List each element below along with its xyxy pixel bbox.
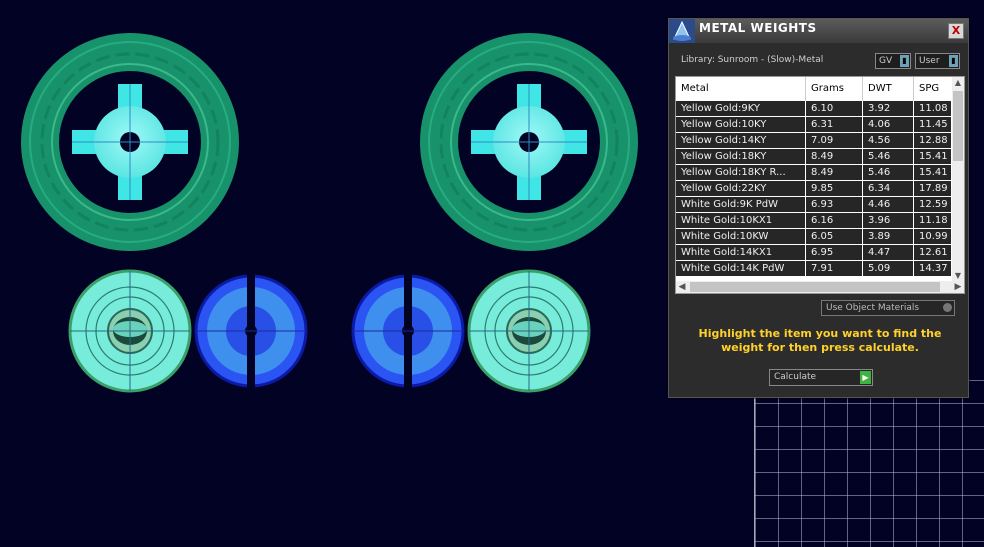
close-button[interactable]: X <box>948 23 964 39</box>
table-row[interactable]: Yellow Gold:18KY R... 8.49 5.46 15.41 <box>676 165 951 181</box>
vertical-scrollbar[interactable]: ▲ ▼ <box>952 77 964 282</box>
table-cell: 11.08 <box>914 101 951 116</box>
dialog-title: METAL WEIGHTS <box>699 21 817 35</box>
table-cell: 6.31 <box>806 117 863 132</box>
table-cell: 8.49 <box>806 149 863 164</box>
table-cell: 10.99 <box>914 229 951 244</box>
table-cell: 6.05 <box>806 229 863 244</box>
scroll-right-icon[interactable]: ▶ <box>952 281 964 293</box>
bead-side-view-right[interactable] <box>351 274 465 388</box>
calculate-button[interactable]: Calculate ▶ <box>769 369 873 386</box>
table-cell: 5.46 <box>863 149 914 164</box>
table-cell: 6.10 <box>806 101 863 116</box>
table-cell: Yellow Gold:22KY <box>676 181 806 196</box>
table-cell: 11.18 <box>914 213 951 228</box>
gv-dropdown[interactable]: GV ▮ <box>875 53 911 69</box>
table-cell: Yellow Gold:14KY <box>676 133 806 148</box>
table-row[interactable]: Yellow Gold:14KY 7.09 4.56 12.88 <box>676 133 951 149</box>
table-cell: 15.41 <box>914 149 951 164</box>
table-cell: 6.16 <box>806 213 863 228</box>
metal-table-body: Metal Grams DWT SPG Yellow Gold:9KY 6.10 3.92 1… <box>676 77 951 282</box>
table-cell: 17.89 <box>914 181 951 196</box>
play-icon: ▶ <box>860 371 871 384</box>
table-cell: 11.45 <box>914 117 951 132</box>
table-cell: Yellow Gold:9KY <box>676 101 806 116</box>
metal-table[interactable]: Metal Grams DWT SPG Yellow Gold:9KY 6.10 3.92 1… <box>675 76 965 294</box>
table-cell: 3.96 <box>863 213 914 228</box>
table-cell: 3.89 <box>863 229 914 244</box>
column-header-grams[interactable]: Grams <box>806 77 863 101</box>
bead-side-view-left[interactable] <box>194 274 308 388</box>
table-cell: 4.06 <box>863 117 914 132</box>
column-header-metal[interactable]: Metal <box>676 77 806 101</box>
table-cell: 7.09 <box>806 133 863 148</box>
table-cell: 12.88 <box>914 133 951 148</box>
use-object-materials-label: Use Object Materials <box>826 303 920 313</box>
table-row[interactable]: White Gold:10KW 6.05 3.89 10.99 <box>676 229 951 245</box>
bead-front-view-right[interactable] <box>467 269 591 393</box>
table-cell: 6.95 <box>806 245 863 260</box>
calculate-label: Calculate <box>774 372 817 382</box>
table-cell: 12.59 <box>914 197 951 212</box>
table-cell: 4.47 <box>863 245 914 260</box>
dialog-titlebar[interactable]: METAL WEIGHTS X <box>669 19 968 43</box>
table-cell: 15.41 <box>914 165 951 180</box>
scroll-thumb[interactable] <box>953 91 963 161</box>
table-cell: 5.46 <box>863 165 914 180</box>
table-row[interactable]: White Gold:14KX1 6.95 4.47 12.61 <box>676 245 951 261</box>
table-row[interactable]: Yellow Gold:18KY 8.49 5.46 15.41 <box>676 149 951 165</box>
user-dropdown[interactable]: User ▮ <box>915 53 960 69</box>
table-cell: Yellow Gold:18KY R... <box>676 165 806 180</box>
bead-front-view-left[interactable] <box>68 269 192 393</box>
table-cell: 9.85 <box>806 181 863 196</box>
table-cell: 4.46 <box>863 197 914 212</box>
table-cell: 7.91 <box>806 261 863 276</box>
metal-weights-dialog: METAL WEIGHTS X Library: Sunroom - (Slow… <box>668 18 969 398</box>
user-dropdown-label: User <box>919 56 940 66</box>
table-row[interactable]: White Gold:10KX1 6.16 3.96 11.18 <box>676 213 951 229</box>
table-cell: 8.49 <box>806 165 863 180</box>
table-cell: White Gold:14KX1 <box>676 245 806 260</box>
table-cell: 14.37 <box>914 261 951 276</box>
column-header-dwt[interactable]: DWT <box>863 77 914 101</box>
table-cell: Yellow Gold:18KY <box>676 149 806 164</box>
table-row[interactable]: Yellow Gold:22KY 9.85 6.34 17.89 <box>676 181 951 197</box>
table-cell: White Gold:14K PdW <box>676 261 806 276</box>
table-row[interactable]: Yellow Gold:9KY 6.10 3.92 11.08 <box>676 101 951 117</box>
table-cell: 6.34 <box>863 181 914 196</box>
table-row[interactable]: Yellow Gold:10KY 6.31 4.06 11.45 <box>676 117 951 133</box>
scroll-left-icon[interactable]: ◀ <box>676 281 688 293</box>
scroll-up-icon[interactable]: ▲ <box>952 77 964 89</box>
table-row[interactable]: White Gold:9K PdW 6.93 4.46 12.59 <box>676 197 951 213</box>
hscroll-thumb[interactable] <box>690 282 940 292</box>
ring-top-view-left[interactable] <box>21 33 239 251</box>
radio-icon <box>943 303 952 312</box>
column-header-spg[interactable]: SPG <box>914 77 951 101</box>
table-cell: 5.09 <box>863 261 914 276</box>
perspective-grid <box>754 380 984 547</box>
gv-dropdown-label: GV <box>879 56 893 66</box>
toggle-icon: ▮ <box>900 55 909 67</box>
table-cell: 12.61 <box>914 245 951 260</box>
toggle-icon: ▮ <box>949 55 958 67</box>
use-object-materials-button[interactable]: Use Object Materials <box>821 300 955 316</box>
table-cell: White Gold:10KW <box>676 229 806 244</box>
table-cell: 6.93 <box>806 197 863 212</box>
table-cell: 4.56 <box>863 133 914 148</box>
ring-top-view-right[interactable] <box>420 33 638 251</box>
table-cell: 3.92 <box>863 101 914 116</box>
table-cell: White Gold:9K PdW <box>676 197 806 212</box>
app-logo-icon <box>669 19 695 43</box>
table-cell: White Gold:10KX1 <box>676 213 806 228</box>
table-cell: Yellow Gold:10KY <box>676 117 806 132</box>
table-row[interactable]: White Gold:14K PdW 7.91 5.09 14.37 <box>676 261 951 277</box>
library-label: Library: Sunroom - (Slow)-Metal <box>681 55 824 65</box>
horizontal-scrollbar[interactable]: ◀ ▶ <box>676 281 964 293</box>
instruction-text: Highlight the item you want to find the … <box>698 327 942 354</box>
